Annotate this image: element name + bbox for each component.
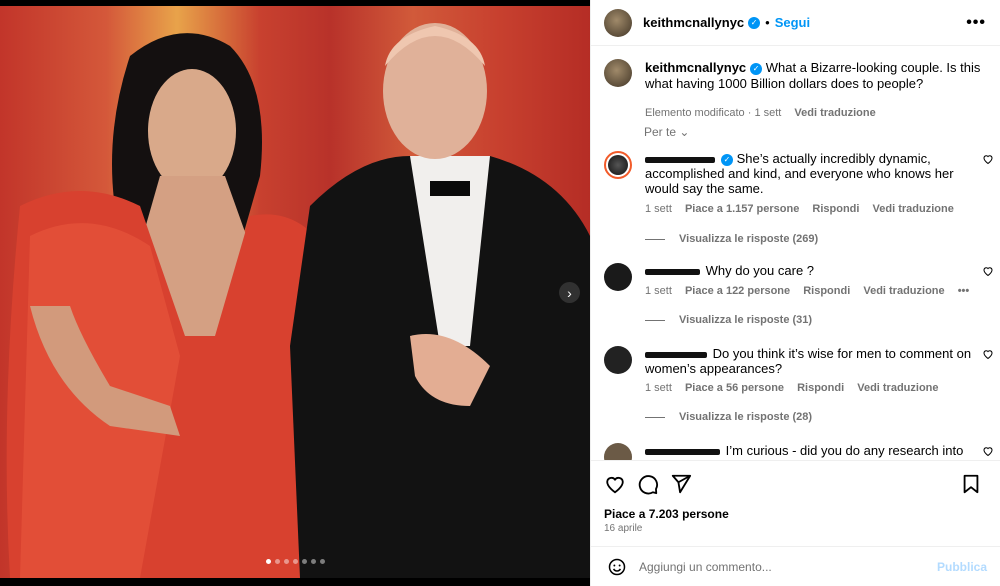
save-bookmark-icon[interactable]: [960, 473, 982, 495]
commenter-avatar[interactable]: [604, 443, 632, 460]
comment-composer: Pubblica: [591, 546, 1000, 586]
caption-meta: Elemento modificato · 1 sett Vedi traduz…: [645, 107, 876, 119]
translate-link[interactable]: Vedi traduzione: [863, 285, 944, 297]
comment-time: 1 sett: [645, 203, 672, 215]
comment-text-block: Do you think it’s wise for men to commen…: [645, 346, 975, 376]
comment-likes[interactable]: Piace a 56 persone: [685, 382, 784, 394]
carousel-dot: [265, 559, 271, 564]
verified-badge-icon: ✓: [721, 153, 733, 166]
header-separator: •: [765, 15, 770, 30]
like-comment-heart-icon[interactable]: [982, 153, 994, 165]
like-comment-heart-icon[interactable]: [982, 348, 994, 360]
author-avatar[interactable]: [604, 59, 632, 87]
comment-text-block: Why do you care ?: [645, 263, 975, 278]
comment-likes[interactable]: Piace a 1.157 persone: [685, 203, 799, 215]
verified-badge-icon: ✓: [748, 16, 761, 29]
view-replies-button[interactable]: Visualizza le risposte (31): [645, 314, 812, 326]
translate-link[interactable]: Vedi traduzione: [873, 203, 954, 215]
commenter-avatar[interactable]: [604, 263, 632, 291]
post-likes-count[interactable]: Piace a 7.203 persone: [604, 507, 729, 521]
reply-button[interactable]: Rispondi: [803, 285, 850, 297]
like-comment-heart-icon[interactable]: [982, 265, 994, 277]
emoji-smiley-icon[interactable]: [608, 558, 626, 576]
comment-likes[interactable]: Piace a 122 persone: [685, 285, 790, 297]
caption-time: 1 sett: [754, 107, 782, 119]
reply-button[interactable]: Rispondi: [812, 203, 859, 215]
post-header: keithmcnallynyc ✓ • Segui •••: [591, 0, 1000, 46]
comment-time: 1 sett: [645, 285, 672, 297]
comment-meta: 1 sett Piace a 122 persone Rispondi Vedi…: [645, 285, 979, 297]
comment-meta: 1 sett Piace a 1.157 persone Rispondi Ve…: [645, 203, 964, 215]
carousel-dot: [274, 559, 280, 564]
carousel-next-button[interactable]: ›: [559, 282, 580, 303]
comment-text: I’m curious - did you do any research in…: [725, 443, 964, 458]
author-username[interactable]: keithmcnallynyc: [643, 15, 744, 30]
post-media: ›: [0, 0, 590, 586]
chevron-down-icon: ⌄: [679, 125, 690, 139]
view-replies-label: Visualizza le risposte (269): [679, 233, 819, 245]
verified-badge-icon: ✓: [750, 62, 763, 75]
comment-time: 1 sett: [645, 382, 672, 394]
post-date: 16 aprile: [604, 523, 643, 534]
view-replies-button[interactable]: Visualizza le risposte (269): [645, 233, 818, 245]
comment-text: Why do you care ?: [705, 263, 815, 278]
redacted-username: [645, 351, 707, 358]
carousel-dot: [319, 559, 325, 564]
comment-text: Do you think it’s wise for men to commen…: [645, 346, 972, 376]
translate-link[interactable]: Vedi traduzione: [857, 382, 938, 394]
publish-button[interactable]: Pubblica: [937, 560, 987, 574]
caption-username[interactable]: keithmcnallynyc: [645, 60, 746, 75]
share-send-icon[interactable]: [670, 473, 692, 495]
comment-bubble-icon[interactable]: [637, 473, 659, 495]
comment-meta: 1 sett Piace a 56 persone Rispondi Vedi …: [645, 382, 949, 394]
view-replies-button[interactable]: Visualizza le risposte (28): [645, 411, 812, 423]
carousel-dot: [292, 559, 298, 564]
comment-text-block: I’m curious - did you do any research in…: [645, 443, 975, 458]
carousel-dot: [310, 559, 316, 564]
post-photo: [0, 6, 590, 578]
like-comment-heart-icon[interactable]: [982, 445, 994, 457]
carousel-dot: [283, 559, 289, 564]
view-replies-label: Visualizza le risposte (28): [679, 411, 813, 423]
sort-label: Per te: [644, 125, 677, 139]
comments-scroll-area[interactable]: keithmcnallynyc ✓ What a Bizarre-looking …: [591, 47, 1000, 460]
caption-edited: Elemento modificato: [645, 107, 745, 119]
view-replies-label: Visualizza le risposte (31): [679, 314, 813, 326]
follow-button[interactable]: Segui: [775, 15, 810, 30]
author-avatar[interactable]: [604, 8, 632, 37]
post-side-panel: keithmcnallynyc ✓ • Segui ••• keithmcnal…: [590, 0, 1000, 586]
post-actions: Piace a 7.203 persone 16 aprile: [591, 460, 1000, 546]
comment-options-icon[interactable]: •••: [958, 285, 970, 297]
caption-text-block: keithmcnallynyc ✓ What a Bizarre-looking …: [645, 60, 985, 92]
carousel-dot: [301, 559, 307, 564]
redacted-username: [645, 156, 715, 163]
redacted-username: [645, 448, 720, 455]
reply-button[interactable]: Rispondi: [797, 382, 844, 394]
commenter-avatar[interactable]: [604, 346, 632, 374]
like-heart-icon[interactable]: [604, 473, 626, 495]
comment-sort-dropdown[interactable]: Per te ⌄: [644, 125, 689, 139]
more-options-icon[interactable]: •••: [966, 14, 986, 32]
caption-translate-link[interactable]: Vedi traduzione: [794, 107, 875, 119]
add-comment-input[interactable]: [639, 559, 929, 574]
photo-illustration: [6, 23, 590, 578]
comment-text-block: ✓ She’s actually incredibly dynamic, acc…: [645, 151, 975, 196]
redacted-username: [645, 268, 700, 275]
commenter-avatar[interactable]: [604, 151, 632, 179]
carousel-indicator: [0, 559, 590, 564]
